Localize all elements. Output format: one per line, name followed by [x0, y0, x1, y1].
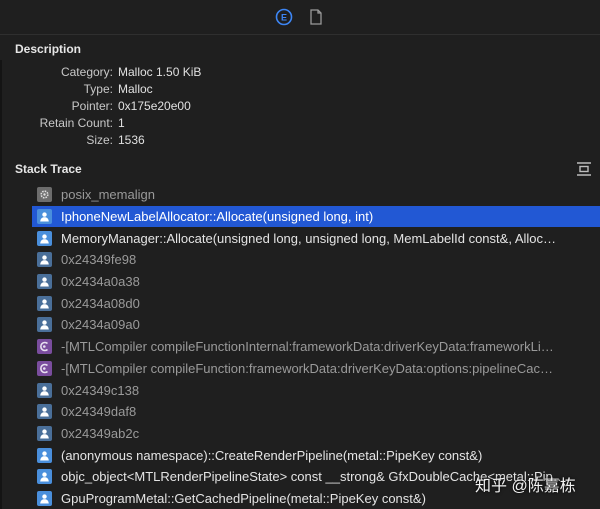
stack-frame-label: 0x2434a08d0	[61, 295, 140, 311]
user-frame-icon	[37, 274, 52, 290]
collapse-frames-icon[interactable]	[575, 161, 593, 177]
svg-text:E: E	[281, 13, 287, 23]
stack-frame-label: posix_memalign	[61, 187, 155, 203]
stack-frame-label: 0x24349c138	[61, 382, 140, 398]
stack-trace-list: posix_memalignIphoneNewLabelAllocator::A…	[32, 184, 600, 509]
stack-frame-row[interactable]: MemoryManager::Allocate(unsigned long, u…	[32, 227, 600, 249]
stack-frame-row[interactable]: 0x2434a08d0	[32, 292, 600, 314]
user-frame-icon	[37, 425, 52, 441]
stack-frame-label: (anonymous namespace)::CreateRenderPipel…	[61, 447, 483, 463]
user-frame-icon	[37, 447, 52, 463]
stack-frame-label: -[MTLCompiler compileFunctionInternal:fr…	[61, 339, 554, 355]
user-frame-icon	[37, 404, 52, 420]
watermark-text: 知乎 @陈嘉栋	[475, 478, 576, 495]
stack-frame-row[interactable]: 0x24349ab2c	[32, 423, 600, 445]
field-row: Category: Malloc 1.50 KiB	[0, 64, 300, 81]
field-value: Malloc	[118, 82, 153, 96]
field-row: Retain Count: 1	[0, 115, 300, 132]
stack-frame-row[interactable]: (anonymous namespace)::CreateRenderPipel…	[32, 444, 600, 466]
field-value: 1	[118, 116, 125, 130]
stack-trace-heading: Stack Trace	[15, 162, 82, 176]
field-row: Size: 1536	[0, 132, 300, 149]
user-frame-icon	[37, 230, 52, 246]
document-icon[interactable]	[307, 8, 325, 26]
stack-frame-row[interactable]: IphoneNewLabelAllocator::Allocate(unsign…	[32, 205, 600, 228]
field-row: Type: Malloc	[0, 81, 300, 98]
stack-frame-label: 0x2434a09a0	[61, 317, 140, 333]
stack-frame-label: 0x24349ab2c	[61, 425, 140, 441]
inspector-tab-bar: E	[0, 0, 600, 35]
field-value: Malloc 1.50 KiB	[118, 65, 202, 79]
field-value: 1536	[118, 133, 145, 147]
stack-frame-label: GpuProgramMetal::GetCachedPipeline(metal…	[61, 490, 426, 506]
stack-frame-row[interactable]: 0x24349c138	[32, 379, 600, 401]
field-value: 0x175e20e00	[118, 99, 191, 113]
objc-method-icon	[37, 360, 52, 376]
field-key: Category:	[60, 65, 113, 79]
user-frame-icon	[37, 469, 52, 485]
stack-frame-row[interactable]: 0x2434a09a0	[32, 314, 600, 336]
stack-frame-row[interactable]: posix_memalign	[32, 184, 600, 206]
stack-frame-label: MemoryManager::Allocate(unsigned long, u…	[61, 230, 556, 246]
stack-frame-label: 0x2434a0a38	[61, 274, 140, 290]
field-key: Pointer:	[71, 99, 113, 113]
field-key: Type:	[83, 82, 113, 96]
user-frame-icon	[37, 490, 52, 506]
user-frame-icon	[37, 252, 52, 268]
stack-frame-row[interactable]: 0x24349daf8	[32, 401, 600, 423]
stack-frame-label: 0x24349fe98	[61, 252, 137, 268]
user-frame-icon	[37, 295, 52, 311]
objc-method-icon	[37, 339, 52, 355]
field-key: Size:	[86, 133, 113, 147]
user-frame-icon	[37, 317, 52, 333]
stack-frame-label: -[MTLCompiler compileFunction:frameworkD…	[61, 360, 554, 376]
description-heading: Description	[15, 42, 82, 56]
stack-frame-row[interactable]: -[MTLCompiler compileFunctionInternal:fr…	[32, 336, 600, 358]
stack-frame-row[interactable]: 0x2434a0a38	[32, 271, 600, 293]
field-key: Retain Count:	[39, 116, 113, 130]
user-frame-icon	[37, 209, 52, 225]
description-fields: Category: Malloc 1.50 KiB Type: Malloc P…	[0, 64, 300, 149]
stack-frame-label: IphoneNewLabelAllocator::Allocate(unsign…	[61, 209, 374, 225]
info-circle-icon[interactable]: E	[275, 8, 293, 26]
stack-frame-row[interactable]: -[MTLCompiler compileFunction:frameworkD…	[32, 358, 600, 380]
stack-frame-row[interactable]: 0x24349fe98	[32, 249, 600, 271]
stack-frame-label: 0x24349daf8	[61, 404, 137, 420]
user-frame-icon	[37, 382, 52, 398]
gear-icon	[37, 187, 52, 203]
field-row: Pointer: 0x175e20e00	[0, 98, 300, 115]
